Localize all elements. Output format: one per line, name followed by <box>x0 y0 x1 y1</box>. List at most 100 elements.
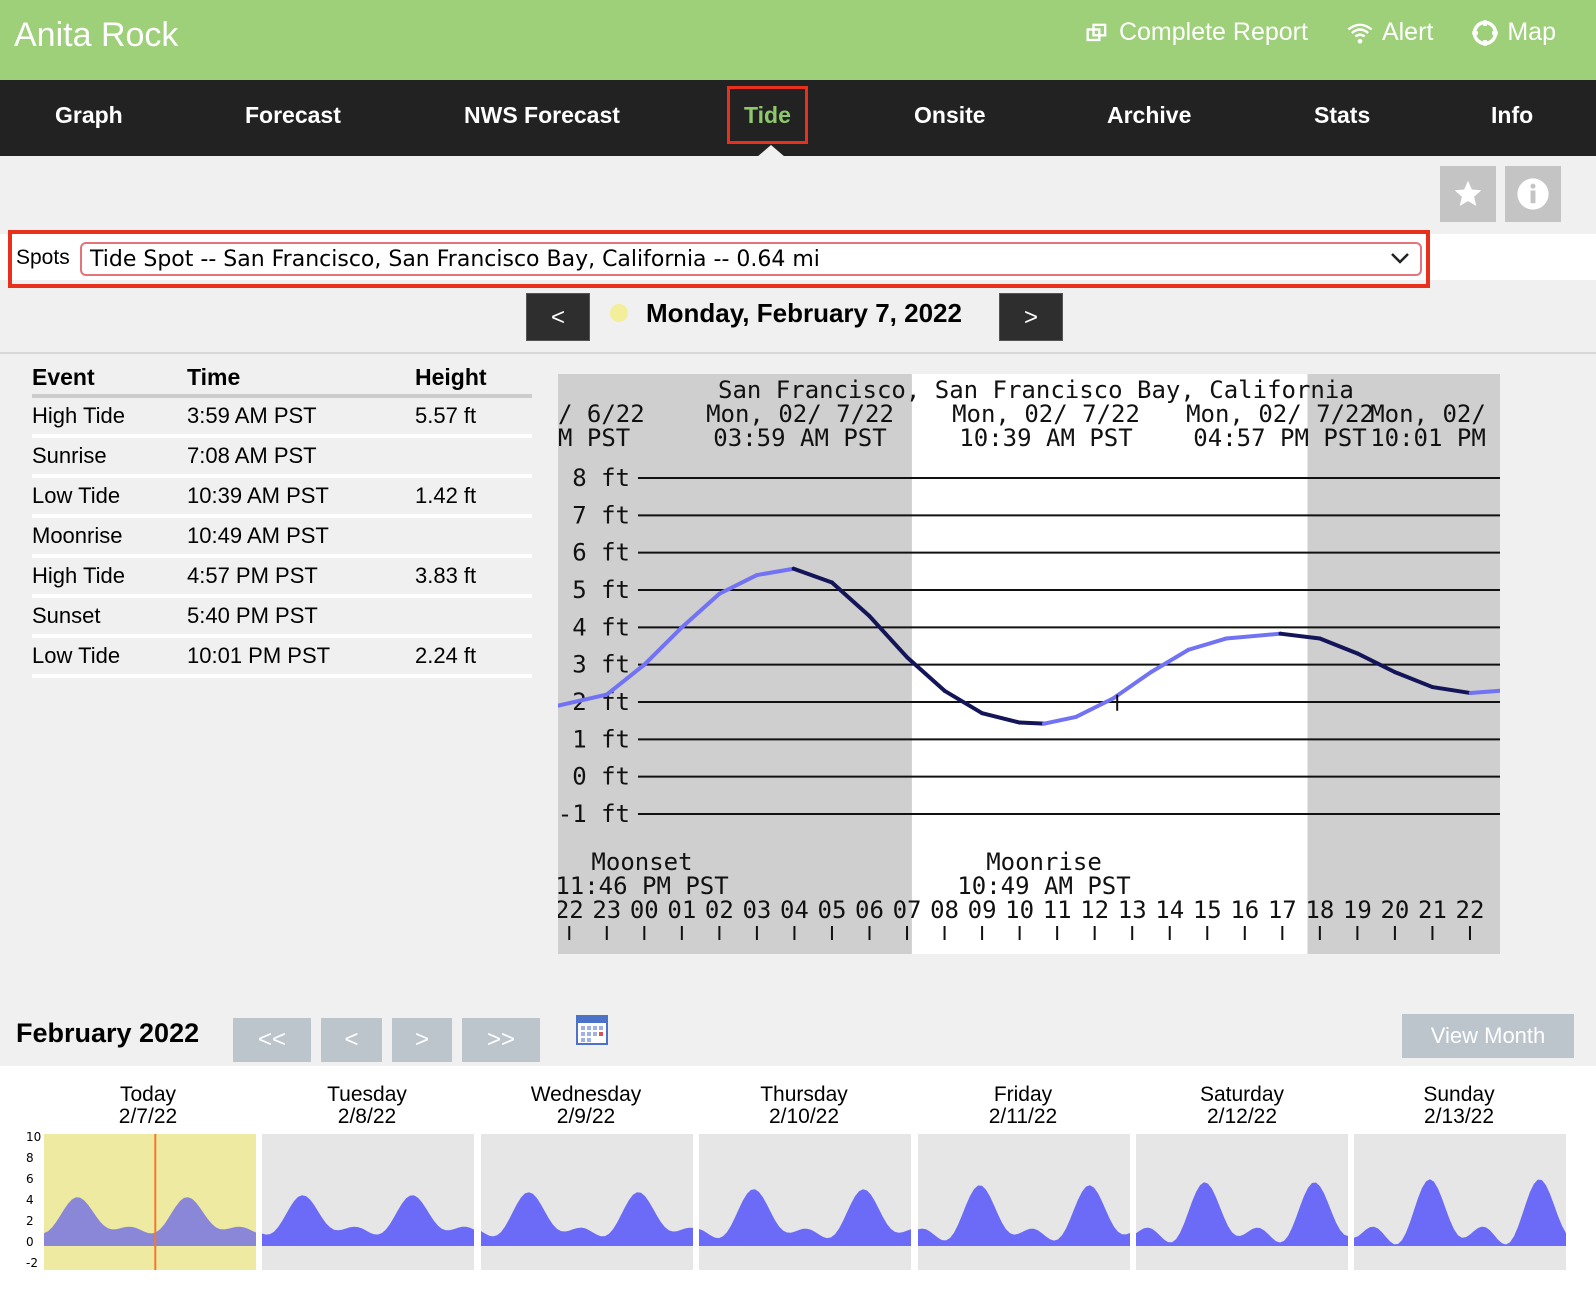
tab-forecast[interactable]: Forecast <box>245 102 341 129</box>
x-tick-label: 23 <box>592 896 621 924</box>
mini-y-tick: -2 <box>26 1256 38 1270</box>
y-tick-label: 6 ft <box>572 539 630 567</box>
day-name: Thursday <box>760 1083 848 1106</box>
x-tick-label: 04 <box>780 896 809 924</box>
event-cell: Moonrise <box>32 516 187 558</box>
event-time-label: 03:59 AM PST <box>713 424 886 452</box>
next-day-button[interactable]: > <box>999 293 1063 341</box>
map-target-icon <box>1472 19 1499 46</box>
x-tick-label: 03 <box>742 896 771 924</box>
time-cell: 5:40 PM PST <box>187 596 415 638</box>
table-header-row: Event Time Height <box>32 360 532 398</box>
day-chart-thursday[interactable] <box>699 1134 911 1270</box>
day-chart-friday[interactable] <box>918 1134 1130 1270</box>
x-tick-label: 17 <box>1268 896 1297 924</box>
day-date: 2/7/22 <box>118 1105 178 1128</box>
x-tick-label: 22 <box>558 896 584 924</box>
height-cell: 5.57 ft <box>415 396 532 438</box>
x-tick-label: 06 <box>855 896 884 924</box>
x-tick-label: 13 <box>1118 896 1147 924</box>
day-label-saturday: Saturday 2/12/22 <box>1136 1084 1348 1128</box>
x-tick-label: 22 <box>1456 896 1485 924</box>
height-cell <box>415 436 532 478</box>
y-tick-label: 7 ft <box>572 501 630 529</box>
day-chart-baseline-area <box>918 1246 1130 1270</box>
prev-month-button[interactable]: << <box>233 1018 311 1062</box>
day-name: Sunday <box>1423 1083 1495 1106</box>
tab-graph[interactable]: Graph <box>55 102 123 129</box>
tab-nws-forecast[interactable]: NWS Forecast <box>464 102 620 129</box>
mini-y-tick: 6 <box>26 1172 34 1186</box>
time-cell: 10:01 PM PST <box>187 636 415 678</box>
x-tick-label: 01 <box>667 896 696 924</box>
chevron-down-icon <box>1391 253 1409 264</box>
time-cell: 10:39 AM PST <box>187 476 415 518</box>
day-label-wednesday: Wednesday 2/9/22 <box>480 1084 692 1128</box>
favorite-button[interactable] <box>1440 166 1496 222</box>
day-chart-wednesday[interactable] <box>481 1134 693 1270</box>
tab-tide[interactable]: Tide <box>727 86 808 144</box>
tab-archive[interactable]: Archive <box>1107 102 1191 129</box>
day-chart-saturday[interactable] <box>1136 1134 1348 1270</box>
complete-report-link[interactable]: Complete Report <box>1083 18 1308 47</box>
x-tick-label: 08 <box>930 896 959 924</box>
time-cell: 3:59 AM PST <box>187 396 415 438</box>
day-date: 2/10/22 <box>768 1105 840 1128</box>
event-cell: Sunset <box>32 596 187 638</box>
info-button[interactable] <box>1505 166 1561 222</box>
x-tick-label: 16 <box>1230 896 1259 924</box>
day-chart-today[interactable] <box>44 1134 256 1270</box>
tide-curve-segment <box>1017 720 1047 726</box>
tide-chart: 8 ft 7 ft 6 ft 5 ft 4 ft 3 ft 2 ft 1 ft 0 ft -1 f… <box>555 374 1502 954</box>
y-tick-label: 1 ft <box>572 725 630 753</box>
alert-link[interactable]: Alert <box>1346 18 1433 47</box>
day-chart-baseline-area <box>1136 1246 1348 1270</box>
height-cell: 1.42 ft <box>415 476 532 518</box>
site-title: Anita Rock <box>14 16 179 54</box>
tab-onsite[interactable]: Onsite <box>914 102 986 129</box>
prev-day-button[interactable]: < <box>526 293 590 341</box>
main-nav: Graph Forecast NWS Forecast Tide Onsite … <box>0 80 1596 156</box>
mini-y-tick: 0 <box>26 1235 34 1249</box>
next-month-button[interactable]: >> <box>462 1018 540 1062</box>
event-cell: Low Tide <box>32 636 187 678</box>
day-date: 2/8/22 <box>337 1105 397 1128</box>
day-chart-sunday[interactable] <box>1354 1134 1566 1270</box>
table-row: Low Tide 10:01 PM PST 2.24 ft <box>32 636 532 678</box>
day-name: Saturday <box>1199 1083 1285 1106</box>
current-date: Monday, February 7, 2022 <box>646 298 962 328</box>
day-chart-tuesday[interactable] <box>262 1134 474 1270</box>
map-link[interactable]: Map <box>1471 18 1556 47</box>
x-tick-label: 20 <box>1380 896 1409 924</box>
next-week-button[interactable]: > <box>392 1018 452 1062</box>
day-date: 2/13/22 <box>1423 1105 1495 1128</box>
spots-select[interactable]: Tide Spot -- San Francisco, San Francisc… <box>80 242 1422 276</box>
table-row: Moonrise 10:49 AM PST <box>32 516 532 558</box>
mini-y-tick: 8 <box>26 1151 34 1165</box>
day-chart-baseline-area <box>1354 1246 1566 1270</box>
x-tick-label: 14 <box>1155 896 1184 924</box>
tide-chart-svg: 8 ft7 ft6 ft5 ft4 ft3 ft2 ft1 ft0 ft-1 f… <box>555 374 1502 954</box>
tab-stats[interactable]: Stats <box>1314 102 1370 129</box>
y-tick-label: 0 ft <box>572 763 630 791</box>
header-height: Height <box>415 360 532 398</box>
x-tick-label: 21 <box>1418 896 1447 924</box>
event-time-label: 04:57 PM PST <box>1193 424 1366 452</box>
event-time-label: 10:01 PM <box>1370 424 1486 452</box>
wifi-alert-icon <box>1347 23 1373 43</box>
y-tick-label: 4 ft <box>572 613 630 641</box>
prev-week-button[interactable]: < <box>321 1018 382 1062</box>
calendar-icon <box>576 1015 608 1045</box>
tab-info[interactable]: Info <box>1491 102 1533 129</box>
spots-label: Spots <box>16 246 70 269</box>
complete-report-label: Complete Report <box>1118 18 1308 46</box>
calendar-button[interactable] <box>576 1014 608 1051</box>
x-tick-label: 11 <box>1043 896 1072 924</box>
view-month-button[interactable]: View Month <box>1402 1014 1574 1058</box>
day-name: Friday <box>993 1083 1053 1106</box>
info-icon <box>1517 178 1549 210</box>
active-tab-caret <box>757 145 785 157</box>
day-label-sunday: Sunday 2/13/22 <box>1353 1084 1565 1128</box>
x-tick-label: 09 <box>968 896 997 924</box>
moon-phase-icon <box>610 304 628 322</box>
